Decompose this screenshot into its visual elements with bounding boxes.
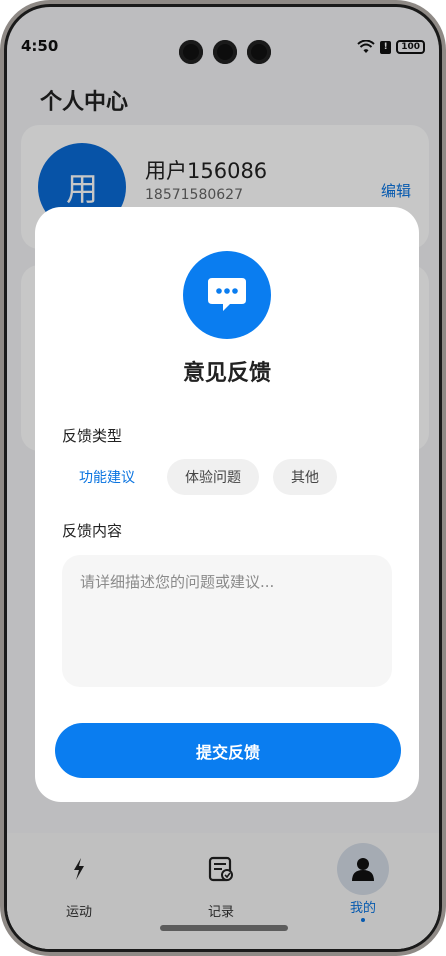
- type-option-experience[interactable]: 体验问题: [167, 459, 259, 495]
- feedback-type-options: 功能建议 体验问题 其他: [61, 459, 337, 495]
- type-option-other[interactable]: 其他: [273, 459, 337, 495]
- phone-frame: 4:50 ! 100 个人中心 用 用户156086 18571580627 编…: [0, 0, 446, 956]
- chat-bubble-icon: [183, 251, 271, 339]
- chat-bubble-icon: [208, 278, 246, 311]
- feedback-dialog: 意见反馈 反馈类型 功能建议 体验问题 其他 反馈内容 提交反馈: [35, 207, 419, 802]
- feedback-content-input[interactable]: [62, 555, 392, 687]
- feedback-type-label: 反馈类型: [62, 427, 123, 445]
- dialog-title: 意见反馈: [182, 361, 271, 386]
- submit-feedback-button[interactable]: 提交反馈: [55, 723, 401, 778]
- feedback-content-label: 反馈内容: [62, 522, 123, 540]
- screen: 4:50 ! 100 个人中心 用 用户156086 18571580627 编…: [7, 7, 439, 949]
- phone-bezel: 4:50 ! 100 个人中心 用 用户156086 18571580627 编…: [4, 4, 442, 952]
- type-option-feature[interactable]: 功能建议: [61, 459, 153, 495]
